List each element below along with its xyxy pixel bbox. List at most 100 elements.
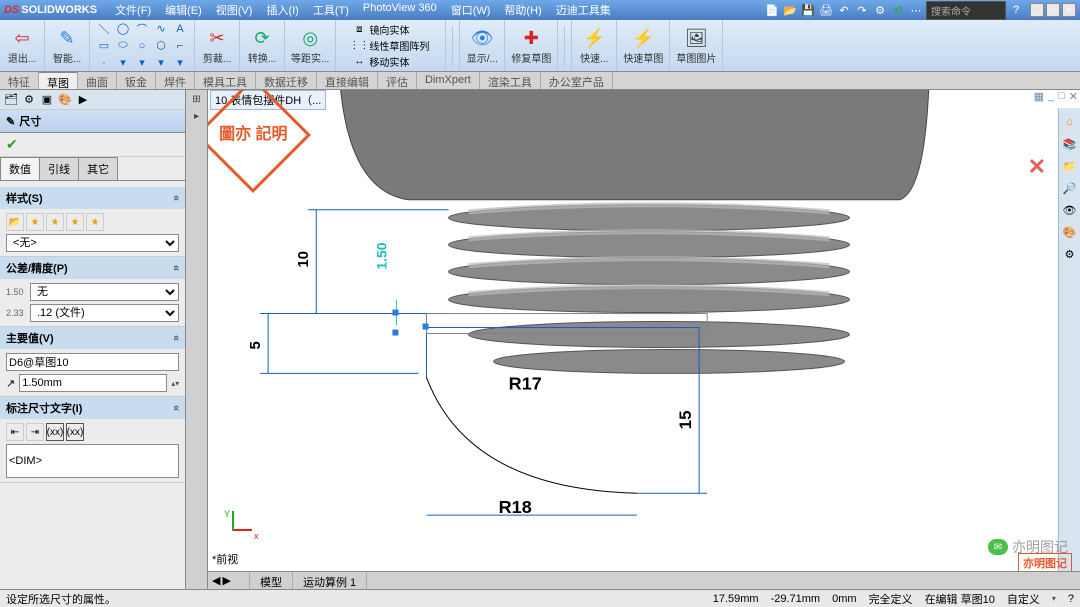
print-icon[interactable]: 🖨	[818, 2, 834, 18]
style-select[interactable]: <无>	[6, 234, 179, 252]
textpos1-icon[interactable]: ⇤	[6, 423, 24, 441]
style-section-header[interactable]: 样式(S)	[0, 187, 185, 209]
dimtext-input[interactable]	[6, 444, 179, 478]
status-dropdown-icon[interactable]: ▾	[1052, 594, 1056, 603]
tab-directedit[interactable]: 直接编辑	[317, 72, 378, 89]
status-help-icon[interactable]: ?	[1068, 593, 1074, 605]
more4-icon[interactable]: ▾	[172, 56, 188, 70]
quick-sketch-button[interactable]: ⚡ 快速草图	[623, 26, 663, 65]
quick-button[interactable]: ⚡ 快速...	[578, 26, 610, 65]
rect-tool-icon[interactable]: ▭	[96, 39, 112, 53]
spinner-icon[interactable]: ▴▾	[171, 379, 179, 388]
dimension-name-input[interactable]	[6, 353, 179, 371]
tolerance-select[interactable]: 无	[30, 283, 179, 301]
point-tool-icon[interactable]: ·	[96, 56, 112, 70]
tab-sheetmetal[interactable]: 钣金	[117, 72, 156, 89]
dimension-value-input[interactable]	[19, 374, 167, 392]
menu-help[interactable]: 帮助(H)	[498, 0, 547, 20]
menu-tools[interactable]: 工具(T)	[307, 0, 355, 20]
tree-icon[interactable]: 🗂	[4, 93, 18, 107]
tab-features[interactable]: 特征	[0, 72, 39, 89]
circle-tool-icon[interactable]: ◯	[115, 22, 131, 36]
close-button[interactable]: ✕	[1062, 3, 1076, 17]
tab-moldtools[interactable]: 模具工具	[195, 72, 256, 89]
tab-render[interactable]: 渲染工具	[480, 72, 541, 89]
trim-button[interactable]: ✂ 剪裁...	[201, 26, 233, 65]
ellipse-tool-icon[interactable]: ○	[134, 39, 150, 53]
subtab-other[interactable]: 其它	[78, 157, 118, 180]
mirror-button[interactable]: ⧈镜向实体	[352, 22, 429, 37]
line-tool-icon[interactable]: ＼	[96, 22, 112, 36]
menu-window[interactable]: 窗口(W)	[445, 0, 497, 20]
gutter-expand-icon[interactable]: ⊞	[192, 94, 200, 105]
more2-icon[interactable]: ▾	[134, 56, 150, 70]
dimtext-section-header[interactable]: 标注尺寸文字(I)	[0, 397, 185, 419]
more-icon[interactable]: ⋯	[908, 2, 924, 18]
offset-button[interactable]: ◎ 等距实...	[291, 26, 329, 65]
display-icon[interactable]: ▣	[40, 93, 54, 107]
style-fav3-icon[interactable]: ★	[66, 213, 84, 231]
rebuild-icon[interactable]: ⟲	[890, 2, 906, 18]
precision-select[interactable]: .12 (文件)	[30, 304, 179, 322]
tab-model[interactable]: 模型	[250, 572, 293, 589]
subtab-value[interactable]: 数值	[0, 157, 40, 180]
convert-button[interactable]: ⟳ 转换...	[246, 26, 278, 65]
menu-edit[interactable]: 编辑(E)	[159, 0, 208, 20]
graphics-viewport[interactable]: 10.表情包摆件DH（... 🔍 ⛶ ◀ ▦ ◐ ▣ 👁 🎨 ✎ ▾ ▾ ▦ _…	[208, 90, 1080, 589]
tab-nav-icons[interactable]: ◀▶	[208, 572, 250, 589]
menu-photoview[interactable]: PhotoView 360	[357, 0, 443, 20]
tab-motion[interactable]: 运动算例 1	[293, 572, 367, 589]
menu-file[interactable]: 文件(F)	[109, 0, 157, 20]
spline-tool-icon[interactable]: ∿	[153, 22, 169, 36]
config-icon[interactable]: ⚙	[22, 93, 36, 107]
save-icon[interactable]: 💾	[800, 2, 816, 18]
ok-button[interactable]: ✔	[0, 133, 185, 157]
options-icon[interactable]: ⚙	[872, 2, 888, 18]
new-icon[interactable]: 📄	[764, 2, 780, 18]
redo-icon[interactable]: ↷	[854, 2, 870, 18]
style-load-icon[interactable]: 📂	[6, 213, 24, 231]
min-button[interactable]: _	[1030, 3, 1044, 17]
textpos2-icon[interactable]: ⇥	[26, 423, 44, 441]
textbox1-icon[interactable]: (xx)	[46, 423, 64, 441]
style-fav1-icon[interactable]: ★	[26, 213, 44, 231]
more3-icon[interactable]: ▾	[153, 56, 169, 70]
tolerance-section-header[interactable]: 公差/精度(P)	[0, 257, 185, 279]
help-icon[interactable]: ?	[1008, 2, 1024, 18]
linear-pattern-button[interactable]: ⋮⋮线性草图阵列	[352, 38, 429, 53]
display-button[interactable]: 👁 显示/...	[466, 26, 498, 65]
tab-evaluate[interactable]: 评估	[378, 72, 417, 89]
tab-datamig[interactable]: 数据迁移	[256, 72, 317, 89]
max-button[interactable]: □	[1046, 3, 1060, 17]
gutter-arrow-icon[interactable]: ▸	[194, 111, 199, 122]
poly-tool-icon[interactable]: ⬡	[153, 39, 169, 53]
textbox2-icon[interactable]: (xx)	[66, 423, 84, 441]
exit-sketch-button[interactable]: ⇦ 退出...	[6, 26, 38, 65]
link-icon[interactable]: ↗	[6, 377, 15, 390]
menu-maidi[interactable]: 迈迪工具集	[550, 0, 617, 20]
tab-surface[interactable]: 曲面	[78, 72, 117, 89]
open-icon[interactable]: 📂	[782, 2, 798, 18]
status-custom[interactable]: 自定义	[1007, 591, 1040, 607]
tab-sketch[interactable]: 草图	[39, 72, 78, 89]
more-icon[interactable]: ▶	[76, 93, 90, 107]
repair-button[interactable]: ✚ 修复草图	[511, 26, 551, 65]
tab-weldments[interactable]: 焊件	[156, 72, 195, 89]
style-fav4-icon[interactable]: ★	[86, 213, 104, 231]
style-fav2-icon[interactable]: ★	[46, 213, 64, 231]
smart-dimension-button[interactable]: ✎ 智能...	[51, 26, 83, 65]
text-tool-icon[interactable]: A	[172, 22, 188, 36]
picture-button[interactable]: 🖼 草图图片	[676, 26, 716, 65]
more1-icon[interactable]: ▾	[115, 56, 131, 70]
primary-section-header[interactable]: 主要值(V)	[0, 327, 185, 349]
menu-insert[interactable]: 插入(I)	[260, 0, 304, 20]
move-entities-button[interactable]: ↔移动实体	[352, 54, 429, 69]
tab-dimxpert[interactable]: DimXpert	[417, 72, 480, 89]
appearance-icon[interactable]: 🎨	[58, 93, 72, 107]
arc-tool-icon[interactable]: ⌒	[134, 22, 150, 36]
subtab-leader[interactable]: 引线	[39, 157, 79, 180]
fillet-tool-icon[interactable]: ⌐	[172, 39, 188, 53]
menu-view[interactable]: 视图(V)	[210, 0, 259, 20]
slot-tool-icon[interactable]: ⬭	[115, 39, 131, 53]
undo-icon[interactable]: ↶	[836, 2, 852, 18]
